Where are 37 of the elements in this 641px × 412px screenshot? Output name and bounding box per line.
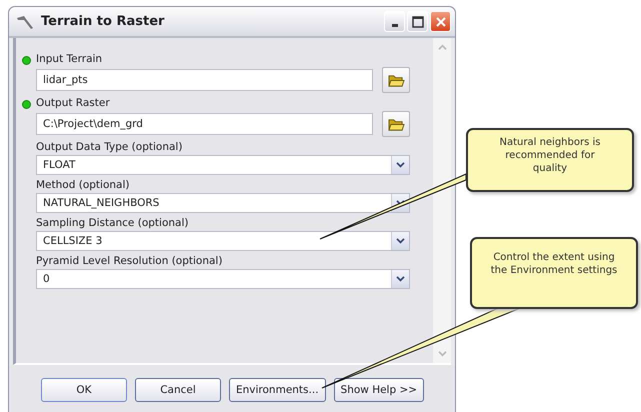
maximize-icon (412, 16, 424, 28)
folder-icon (388, 116, 404, 132)
input-field[interactable]: C:\Project\dem_grd (36, 113, 373, 135)
chevron-down-icon (396, 238, 405, 244)
dialog-button[interactable]: Show Help >> (334, 378, 424, 402)
callout-note: Natural neighbors is recommended for quality (466, 128, 634, 192)
window-title: Terrain to Raster (41, 14, 166, 29)
browse-button[interactable] (382, 111, 410, 137)
dropdown[interactable]: FLOAT (36, 155, 410, 175)
close-button[interactable] (430, 11, 451, 32)
browse-button[interactable] (382, 67, 410, 93)
chevron-down-icon (396, 162, 405, 168)
folder-icon (388, 72, 404, 88)
chevron-down-icon (396, 200, 405, 206)
scroll-down-icon (438, 350, 446, 357)
field-label: Pyramid Level Resolution (optional) (36, 255, 222, 267)
callout-note: Control the extent using the Environment settings (470, 237, 638, 309)
minimize-icon (392, 24, 398, 26)
field-label: Output Raster (36, 97, 110, 109)
dropdown[interactable]: NATURAL_NEIGHBORS (36, 193, 410, 213)
input-field[interactable]: lidar_pts (36, 69, 373, 91)
scrollbar[interactable] (433, 38, 451, 363)
field-label: Sampling Distance (optional) (36, 217, 188, 229)
field-label: Method (optional) (36, 179, 130, 191)
hammer-icon (15, 14, 35, 30)
maximize-button[interactable] (407, 11, 428, 32)
dropdown[interactable]: 0 (36, 269, 410, 289)
dialog-button[interactable]: Environments... (229, 378, 326, 402)
field-label: Output Data Type (optional) (36, 141, 182, 153)
chevron-down-icon (396, 276, 405, 282)
minimize-button[interactable] (384, 11, 405, 32)
close-icon (434, 16, 446, 28)
dialog-button[interactable]: Cancel (135, 378, 221, 402)
field-label: Input Terrain (36, 53, 102, 65)
scroll-up-icon (438, 44, 446, 51)
dropdown[interactable]: CELLSIZE 3 (36, 231, 410, 251)
dialog-button[interactable]: OK (41, 378, 127, 402)
